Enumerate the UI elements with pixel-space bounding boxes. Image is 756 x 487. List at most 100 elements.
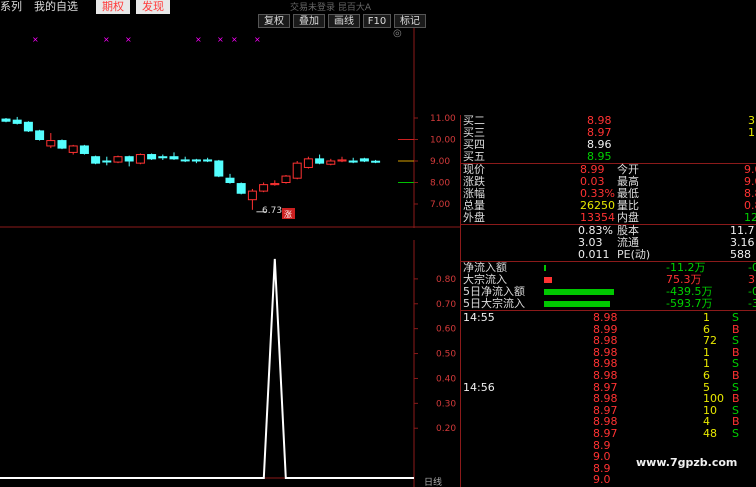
event-marker: × <box>217 35 224 44</box>
candle-body <box>326 160 336 165</box>
event-marker: × <box>32 35 39 44</box>
top-markers: × × × × × × × <box>32 35 261 44</box>
candle-body <box>225 177 235 183</box>
candle-body <box>57 140 67 149</box>
stat-value-2: 128 <box>744 211 756 224</box>
indicator-axis: 0.80 0.70 0.60 0.50 0.40 0.30 0.20 <box>414 275 456 434</box>
indicator-tick-label: 0.50 <box>436 350 456 360</box>
bid-price: 8.95 <box>587 150 612 163</box>
period-label: 日线 <box>424 476 442 487</box>
tick-row: 9.0 <box>460 474 756 486</box>
candle-body <box>203 159 213 162</box>
price-tick-label: 8.00 <box>430 179 450 189</box>
tick-volume: 48 <box>703 427 717 440</box>
quote-panel: 买二8.983买三8.971买四8.96买五8.95现价8.99今开9.0涨跌0… <box>460 0 756 487</box>
extra-label: PE(动) <box>617 248 651 261</box>
candle-body <box>371 160 381 163</box>
price-tick-label: 11.00 <box>430 114 456 124</box>
indicator-line <box>0 258 414 479</box>
settings-icon[interactable]: ◎ <box>393 28 402 39</box>
bid-row: 买五 8.95 <box>460 151 756 163</box>
indicator-tick-label: 0.60 <box>436 325 456 335</box>
candle-body <box>191 159 201 162</box>
mark-button[interactable]: 标记 <box>394 14 426 28</box>
flow-bar <box>544 289 614 295</box>
candlestick-chart[interactable]: 11.00 10.00 9.00 8.00 7.00 × × × × × × × 6.73 涨 <box>0 28 460 228</box>
indicator-tick-label: 0.80 <box>436 275 456 285</box>
overlay-button[interactable]: 叠加 <box>293 14 325 28</box>
low-price-label: 6.73 <box>262 206 282 216</box>
chart-frame <box>0 28 460 228</box>
tick-time: 14:55 <box>463 311 495 324</box>
candle-body <box>102 160 112 163</box>
menu-watchlist[interactable]: 我的自选 <box>34 0 78 14</box>
candle-body <box>169 156 179 160</box>
tab-options[interactable]: 期权 <box>96 0 130 14</box>
candle-body <box>68 145 78 153</box>
candle-body <box>1 118 11 122</box>
extra-row: 0.011 PE(动) 588 <box>460 249 756 261</box>
candle-body <box>303 158 313 168</box>
stat-label: 外盘 <box>463 211 485 224</box>
event-marker: × <box>125 35 132 44</box>
event-marker: × <box>195 35 202 44</box>
flow-bar <box>544 301 610 307</box>
candle-body <box>348 160 358 163</box>
flow-bar <box>544 277 552 283</box>
candle-body <box>35 130 45 141</box>
event-marker: × <box>103 35 110 44</box>
extra-value: 0.011 <box>578 248 610 261</box>
candle-body <box>292 162 302 179</box>
candle-body <box>158 156 168 159</box>
candle-body <box>247 190 257 201</box>
candle-body <box>46 140 56 147</box>
indicator-chart[interactable]: 0.80 0.70 0.60 0.50 0.40 0.30 0.20 日线 <box>0 240 460 487</box>
candle-body <box>23 121 33 132</box>
stat-value: 13354 <box>580 211 615 224</box>
flow-value: -593.7万 <box>666 297 713 310</box>
limit-up-badge-text: 涨 <box>284 209 292 219</box>
tick-side: S <box>732 427 739 440</box>
tick-price: 9.0 <box>593 473 611 487</box>
price-axis: 11.00 10.00 9.00 8.00 7.00 <box>398 114 456 210</box>
candle-body <box>281 175 291 184</box>
candle-body <box>113 156 123 163</box>
f10-button[interactable]: F10 <box>363 14 391 28</box>
event-marker: × <box>231 35 238 44</box>
candle-body <box>124 156 134 162</box>
candle-body <box>359 158 369 162</box>
indicator-tick-label: 0.40 <box>436 374 456 384</box>
bid-volume: 1 <box>748 126 755 139</box>
tab-discover[interactable]: 发现 <box>136 0 170 14</box>
indicator-tick-label: 0.70 <box>436 300 456 310</box>
price-tick-label: 7.00 <box>430 200 450 210</box>
candles <box>1 116 381 213</box>
price-tick-label: 10.00 <box>430 136 456 146</box>
candle-body <box>236 183 246 194</box>
indicator-frame <box>0 240 415 487</box>
menu-series[interactable]: 系列 <box>0 0 22 14</box>
candle-body <box>180 159 190 162</box>
stat-label-2: 内盘 <box>617 211 639 224</box>
candle-body <box>315 158 325 164</box>
extra-row: 0.83% 股本 11.7 <box>460 225 756 237</box>
login-status: 交易未登录 昆百大A <box>290 3 372 13</box>
candle-body <box>259 184 269 192</box>
candle-body <box>214 160 224 177</box>
restore-rights-button[interactable]: 复权 <box>258 14 290 28</box>
bid-label: 买五 <box>463 150 485 163</box>
stat-row: 现价8.99今开9.0 <box>460 164 756 176</box>
extra-value-2: 588 <box>730 248 751 261</box>
candle-body <box>91 156 101 164</box>
flow-row: 5日大宗流入 -593.7万 -3 <box>460 298 756 310</box>
tick-time: 14:56 <box>463 380 495 394</box>
price-tick-label: 9.00 <box>430 157 450 167</box>
draw-line-button[interactable]: 画线 <box>328 14 360 28</box>
candle-body <box>147 154 157 160</box>
candle-body <box>135 154 145 164</box>
candle-body <box>337 159 347 162</box>
watermark: www.7gpzb.com <box>636 456 738 469</box>
event-marker: × <box>254 35 261 44</box>
candle-body <box>270 183 280 186</box>
candle-body <box>79 145 89 154</box>
